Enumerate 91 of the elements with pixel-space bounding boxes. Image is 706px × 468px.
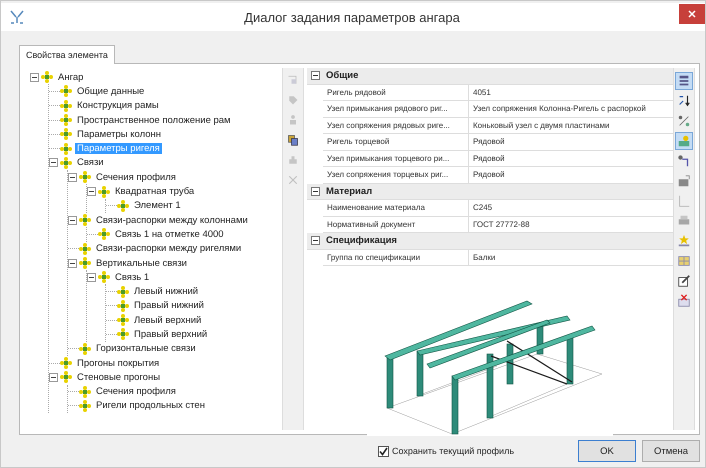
collapse-icon[interactable] bbox=[311, 236, 320, 246]
tree-item[interactable]: Связь 1 на отметке 4000 bbox=[113, 228, 226, 240]
property-name: Группа по спецификации bbox=[323, 250, 469, 265]
property-value[interactable]: Рядовой bbox=[469, 134, 673, 150]
property-name: Ригель рядовой bbox=[323, 84, 469, 100]
collapse-icon[interactable] bbox=[68, 172, 77, 182]
node-icon bbox=[79, 214, 91, 226]
node-icon bbox=[60, 128, 72, 140]
collapse-icon[interactable] bbox=[311, 186, 320, 196]
collapse-icon[interactable] bbox=[30, 72, 39, 82]
tree-item[interactable]: Общие данные bbox=[75, 86, 146, 97]
tree-item[interactable]: Левый верхний bbox=[132, 314, 204, 326]
category-label: Материал bbox=[326, 186, 372, 197]
checkmark-icon bbox=[379, 446, 388, 456]
node-icon bbox=[60, 371, 72, 384]
property-name: Узел примыкания торцевого ри... bbox=[323, 150, 469, 166]
collapse-icon[interactable] bbox=[49, 372, 58, 382]
node-icon bbox=[117, 300, 129, 312]
collapse-icon[interactable] bbox=[87, 187, 96, 196]
dialog-button[interactable]: Отмена bbox=[642, 440, 700, 462]
node-icon bbox=[60, 114, 72, 126]
property-name: Ригель торцевой bbox=[323, 134, 469, 150]
tree-item[interactable]: Квадратная труба bbox=[113, 186, 196, 198]
tree-item[interactable]: Правый верхний bbox=[132, 328, 210, 340]
property-value[interactable]: Рядовой bbox=[469, 150, 673, 166]
node-icon bbox=[79, 171, 91, 184]
collapse-icon[interactable] bbox=[87, 272, 96, 282]
node-icon bbox=[79, 342, 91, 355]
close-button[interactable] bbox=[679, 4, 705, 24]
app-icon bbox=[9, 9, 25, 25]
tree-item[interactable]: Конструкция рамы bbox=[75, 100, 161, 112]
tree-item[interactable]: Правый нижний bbox=[132, 300, 206, 312]
property-value[interactable]: ГОСТ 27772-88 bbox=[469, 216, 673, 232]
tree-item[interactable]: Ригели продольных стен bbox=[94, 400, 207, 412]
node-icon bbox=[79, 242, 91, 255]
tree-item[interactable]: Стеновые прогоны bbox=[75, 372, 162, 383]
collapse-icon[interactable] bbox=[311, 71, 320, 80]
tree-item[interactable]: Прогоны покрытия bbox=[75, 358, 162, 369]
dialog-button[interactable]: OK bbox=[578, 440, 636, 462]
copy-icon[interactable] bbox=[285, 132, 301, 148]
category-label: Общие bbox=[326, 70, 358, 82]
property-name: Нормативный документ bbox=[323, 216, 469, 232]
node-icon bbox=[60, 142, 72, 155]
tree-item[interactable]: Связи bbox=[75, 157, 106, 168]
tree-item[interactable]: Ангар bbox=[56, 72, 86, 83]
collapse-icon[interactable] bbox=[68, 216, 77, 225]
collapse-icon[interactable] bbox=[68, 258, 77, 268]
tree-item[interactable]: Сечения профиля bbox=[94, 386, 178, 398]
property-name: Узел сопряжения рядовых риге... bbox=[323, 118, 469, 133]
tree-item[interactable]: Горизонтальные связи bbox=[94, 343, 198, 354]
node-icon bbox=[60, 156, 72, 169]
node-icon bbox=[79, 257, 91, 269]
property-name: Наименование материала bbox=[323, 200, 469, 216]
node-icon bbox=[60, 357, 72, 370]
property-name: Узел сопряжения торцевых риг... bbox=[323, 167, 469, 182]
node-icon bbox=[117, 286, 129, 298]
property-name: Узел примыкания рядового риг... bbox=[323, 101, 469, 116]
collapse-icon[interactable] bbox=[49, 158, 58, 168]
tree-item[interactable]: Пространственное положение рам bbox=[75, 114, 233, 126]
close-icon bbox=[688, 10, 696, 18]
node-icon bbox=[117, 200, 129, 212]
node-icon bbox=[98, 271, 110, 284]
tree-item[interactable]: Параметры колонн bbox=[75, 128, 164, 140]
window-title: Диалог задания параметров ангара bbox=[243, 10, 461, 24]
property-value[interactable]: С245 bbox=[469, 200, 673, 216]
tree-item[interactable]: Сечения профиля bbox=[94, 172, 178, 183]
property-value[interactable]: Рядовой bbox=[469, 167, 673, 182]
property-value[interactable]: Коньковый узел с двумя пластинами bbox=[469, 118, 673, 133]
node-icon bbox=[41, 71, 53, 84]
node-icon bbox=[79, 400, 91, 412]
node-icon bbox=[117, 314, 129, 326]
tree-item[interactable]: Элемент 1 bbox=[132, 200, 183, 212]
node-icon bbox=[98, 228, 110, 240]
property-value[interactable]: Узел сопряжения Колонна-Ригель с распоркой bbox=[469, 101, 673, 116]
tree-item[interactable]: Связь 1 bbox=[113, 272, 152, 283]
tab[interactable]: Свойства элемента bbox=[19, 45, 115, 64]
property-value[interactable]: Балки bbox=[469, 250, 673, 265]
node-icon bbox=[98, 186, 110, 198]
node-icon bbox=[60, 100, 72, 112]
categorized-icon[interactable] bbox=[675, 72, 693, 90]
tree-item[interactable]: Связи-распорки между ригелями bbox=[94, 243, 244, 254]
tree-item[interactable]: Левый нижний bbox=[132, 286, 200, 298]
category-label: Спецификация bbox=[326, 235, 397, 246]
tree-item[interactable]: Связи-распорки между колоннами bbox=[94, 214, 250, 226]
save-profile-checkbox[interactable]: Сохранить текущий профиль bbox=[378, 446, 514, 456]
property-value[interactable]: 4051 bbox=[469, 84, 673, 100]
node-icon bbox=[79, 386, 91, 398]
checkbox-label: Сохранить текущий профиль bbox=[392, 446, 514, 456]
tree-item[interactable]: Вертикальные связи bbox=[94, 258, 189, 268]
node-icon bbox=[60, 85, 72, 98]
node-icon bbox=[117, 328, 129, 340]
